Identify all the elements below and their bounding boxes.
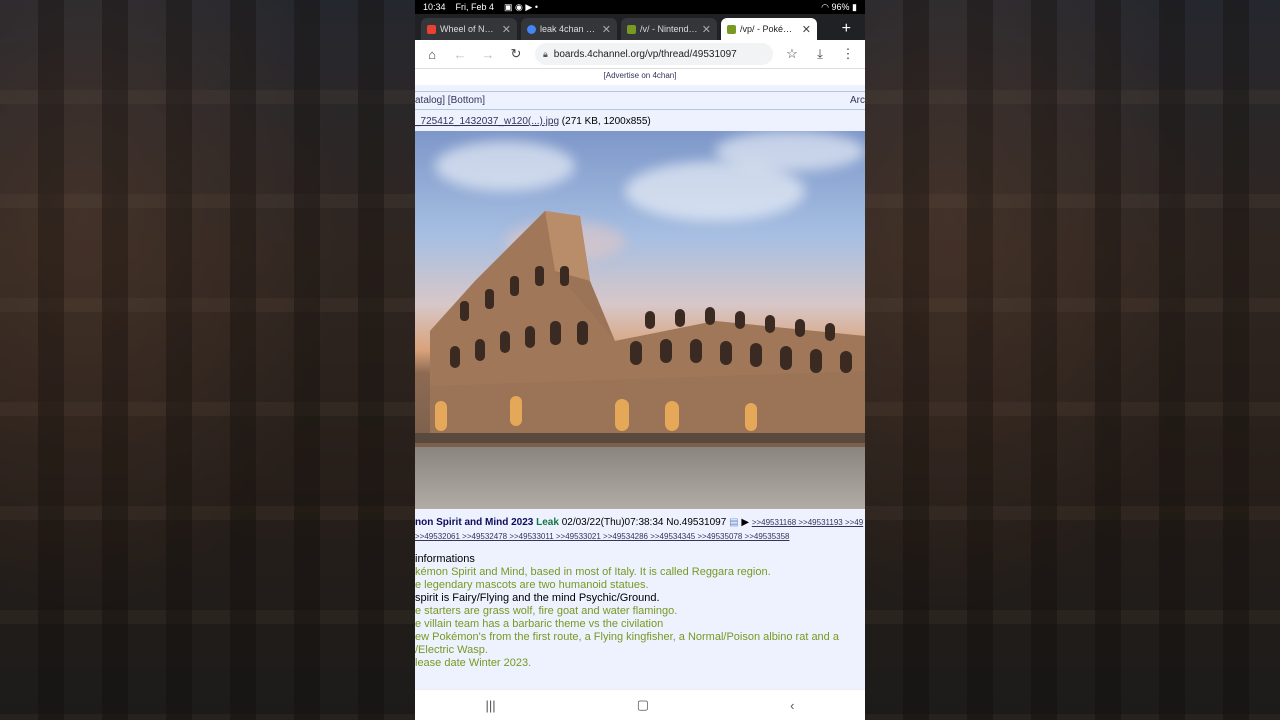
greentext-line: /Electric Wasp. xyxy=(415,644,488,656)
back-button-icon[interactable]: ‹ xyxy=(790,698,794,713)
archive-link[interactable]: Arc xyxy=(850,95,865,106)
file-meta: (271 KB, 1200x855) xyxy=(561,116,651,127)
battery-icon: ▮ xyxy=(852,1,857,12)
tab-wheel-of-names[interactable]: Wheel of Names ✕ xyxy=(421,18,517,40)
background-left xyxy=(0,0,415,720)
post-body: informations kémon Spirit and Mind, base… xyxy=(415,553,865,670)
status-date: Fri, Feb 4 xyxy=(455,2,495,12)
clover-icon xyxy=(627,24,636,34)
battery-level: ◠ 96% ▮ xyxy=(821,2,857,13)
background-right xyxy=(865,0,1280,720)
forward-icon[interactable]: → xyxy=(479,45,497,63)
post-number[interactable]: No.49531097 xyxy=(666,517,726,528)
post-image[interactable] xyxy=(415,131,865,509)
star-icon[interactable]: ☆ xyxy=(783,45,801,63)
page-content: [Advertise on 4chan] atalog] [Bottom] Ar… xyxy=(415,69,865,703)
tab-title: Wheel of Names xyxy=(440,24,498,34)
post-header: non Spirit and Mind 2023 Leak 02/03/22(T… xyxy=(415,517,863,528)
download-icon[interactable]: ⤓ xyxy=(811,45,829,63)
tab-search[interactable]: leak 4chan site:4 ✕ xyxy=(521,18,617,40)
file-icon[interactable]: ▤ xyxy=(729,517,738,528)
close-icon[interactable]: ✕ xyxy=(502,23,511,36)
nav-links[interactable]: atalog] [Bottom] xyxy=(415,95,485,106)
close-icon[interactable]: ✕ xyxy=(602,23,611,36)
close-icon[interactable]: ✕ xyxy=(702,23,711,36)
phone-screen: 10:34 Fri, Feb 4 ▣ ◉ ▶ • ◠ 96% ▮ Wheel o… xyxy=(415,0,865,720)
tab-strip: Wheel of Names ✕ leak 4chan site:4 ✕ /v/… xyxy=(415,14,865,40)
greentext-line: ew Pokémon's from the first route, a Fly… xyxy=(415,631,839,643)
clover-icon xyxy=(727,24,736,34)
notification-icons: ▣ ◉ ▶ • xyxy=(504,1,538,12)
post-menu-icon[interactable]: ▶ xyxy=(741,517,749,528)
url-text: boards.4channel.org/vp/thread/49531097 xyxy=(553,48,737,60)
advertise-link[interactable]: [Advertise on 4chan] xyxy=(415,69,865,85)
status-bar: 10:34 Fri, Feb 4 ▣ ◉ ▶ • ◠ 96% ▮ xyxy=(415,0,865,14)
file-link[interactable]: _725412_1432037_w120(...).jpg xyxy=(415,116,559,127)
post-name: Leak xyxy=(536,517,559,528)
address-bar[interactable]: 🔒︎ boards.4channel.org/vp/thread/4953109… xyxy=(535,43,773,65)
tab-title: /vp/ - Pokémon xyxy=(740,24,798,34)
tab-vp-board[interactable]: /vp/ - Pokémon ✕ xyxy=(721,18,817,40)
colosseum-illustration xyxy=(415,211,865,443)
greentext-line: e legendary mascots are two humanoid sta… xyxy=(415,579,649,591)
post-line: spirit is Fairy/Flying and the mind Psyc… xyxy=(415,592,660,604)
greentext-line: e starters are grass wolf, fire goat and… xyxy=(415,605,678,617)
back-icon[interactable]: ← xyxy=(451,45,469,63)
divider xyxy=(415,91,865,92)
wifi-icon: ◠ xyxy=(821,1,829,12)
menu-icon[interactable]: ⋮ xyxy=(839,45,857,63)
home-icon[interactable]: ⌂ xyxy=(423,45,441,63)
battery-text: 96% xyxy=(831,1,850,12)
status-time: 10:34 xyxy=(423,2,446,12)
android-nav-bar: ||| ▢ ‹ xyxy=(415,689,865,720)
toolbar: ⌂ ← → ↻ 🔒︎ boards.4channel.org/vp/thread… xyxy=(415,40,865,69)
file-info: _725412_1432037_w120(...).jpg (271 KB, 1… xyxy=(415,116,651,127)
tab-v-board[interactable]: /v/ - Nintendo D ✕ xyxy=(621,18,717,40)
close-icon[interactable]: ✕ xyxy=(802,23,811,36)
plaza-ground xyxy=(415,447,865,509)
lock-icon: 🔒︎ xyxy=(543,48,548,59)
backlinks-row[interactable]: >>49532061 >>49532478 >>49533011 >>49533… xyxy=(415,532,789,541)
tab-title: leak 4chan site:4 xyxy=(540,24,598,34)
divider xyxy=(415,109,865,110)
recent-apps-icon[interactable]: ||| xyxy=(486,698,496,713)
loading-icon xyxy=(527,24,536,34)
greentext-line: e villain team has a barbaric theme vs t… xyxy=(415,618,664,630)
reload-icon[interactable]: ↻ xyxy=(507,45,525,63)
post-line: informations xyxy=(415,553,475,565)
greentext-line: lease date Winter 2023. xyxy=(415,657,532,669)
tab-title: /v/ - Nintendo D xyxy=(640,24,698,34)
greentext-line: kémon Spirit and Mind, based in most of … xyxy=(415,566,771,578)
backlinks[interactable]: >>49531168 >>49531193 >>49 xyxy=(752,518,863,527)
post-datetime: 02/03/22(Thu)07:38:34 xyxy=(561,517,664,528)
post-subject: non Spirit and Mind 2023 xyxy=(415,517,534,528)
home-button-icon[interactable]: ▢ xyxy=(637,697,649,713)
favicon-icon xyxy=(427,24,436,34)
new-tab-button[interactable]: + xyxy=(842,18,851,40)
